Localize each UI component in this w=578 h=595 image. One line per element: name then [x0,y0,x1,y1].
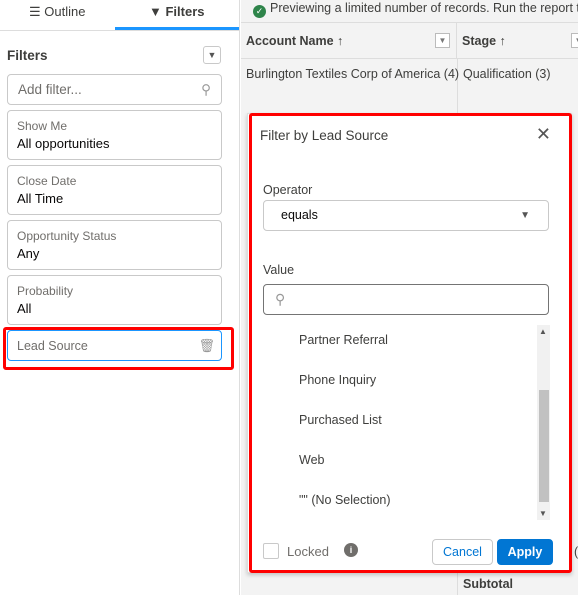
table-header: Account Name ↑▼ Stage ↑▼ [241,22,578,59]
subtotal-label: Subtotal [463,577,513,591]
column-stage[interactable]: Stage ↑▼ [457,23,578,58]
column-account-name[interactable]: Account Name ↑ ▼ [241,23,457,58]
filter-opportunity-status[interactable]: Opportunity Status Any [7,220,222,270]
filters-menu-button[interactable]: ▼ [203,46,221,64]
column-menu-button[interactable]: ▼ [571,33,578,48]
search-icon: ⚲ [201,82,211,97]
tab-outline[interactable]: ☰ Outline [0,0,115,30]
filters-sidebar: ☰ Outline ▼ Filters Filters ▼ Add filter.… [0,0,240,595]
filter-close-date[interactable]: Close Date All Time [7,165,222,215]
highlight-box [249,113,572,573]
add-filter-input[interactable]: Add filter... ⚲ [7,74,222,105]
list-icon: ☰ [29,4,45,19]
highlight-box [3,327,234,370]
filter-probability[interactable]: Probability All [7,275,222,325]
filter-show-me[interactable]: Show Me All opportunities [7,110,222,160]
preview-banner: ✓ Previewing a limited number of records.… [241,0,578,20]
check-circle-icon: ✓ [253,5,266,18]
filter-icon: ▼ [149,4,166,19]
table-cell: (1 [574,545,578,559]
sidebar-tabs: ☰ Outline ▼ Filters [0,0,239,31]
tab-filters[interactable]: ▼ Filters [114,0,239,30]
table-cell: Qualification (3) [463,67,551,81]
column-menu-button[interactable]: ▼ [435,33,450,48]
filters-heading: Filters [7,47,48,63]
table-cell: Burlington Textiles Corp of America (4) [246,67,460,81]
